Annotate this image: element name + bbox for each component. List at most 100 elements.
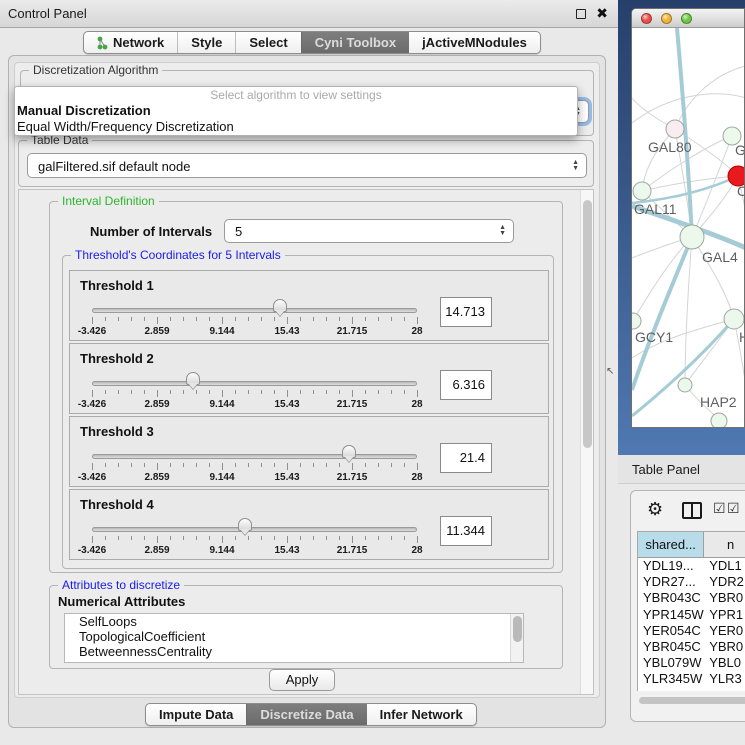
threshold-value-field[interactable]: 21.4 xyxy=(440,443,492,473)
checkbox-icon[interactable]: ☑ xyxy=(713,500,726,517)
tab-network[interactable]: Network xyxy=(84,32,177,53)
table-column-header[interactable]: shared... xyxy=(638,532,704,558)
table-cell: YBL079W xyxy=(638,655,704,671)
network-node[interactable] xyxy=(680,225,704,249)
attributes-group-label: Attributes to discretize xyxy=(58,578,184,592)
slider-track[interactable] xyxy=(92,527,417,532)
table-row[interactable]: YDR27...YDR2 xyxy=(638,574,745,590)
tab-impute-data[interactable]: Impute Data xyxy=(146,704,246,725)
attribute-item[interactable]: TopologicalCoefficient xyxy=(65,629,523,644)
mac-zoom-icon[interactable] xyxy=(681,13,692,24)
combo-stepper-icon: ▲▼ xyxy=(499,225,506,237)
combo-stepper-icon: ▲▼ xyxy=(572,160,579,172)
tab-label: Network xyxy=(113,32,164,53)
slider-handle[interactable] xyxy=(186,372,200,385)
table-cell: YIL052C xyxy=(638,688,704,692)
tab-select[interactable]: Select xyxy=(235,32,300,53)
list-scrollbar[interactable] xyxy=(510,614,523,662)
table-row[interactable]: YBR045CYBR0 xyxy=(638,639,745,655)
mouse-cursor: ↖ xyxy=(606,366,614,377)
network-node-label: H xyxy=(739,329,745,345)
slider-handle[interactable] xyxy=(342,445,356,458)
table-row[interactable]: YBR043CYBR0 xyxy=(638,590,745,606)
network-canvas[interactable]: GAL80GACGAL11GAL4GCY1HHAP2 xyxy=(632,28,745,428)
vertical-scrollbar[interactable] xyxy=(580,190,593,694)
threshold-value-field[interactable]: 14.713 xyxy=(440,297,492,327)
numerical-attributes-list[interactable]: SelfLoopsTopologicalCoefficientBetweenne… xyxy=(64,613,524,663)
threshold-coordinates-label: Threshold's Coordinates for 5 Intervals xyxy=(71,248,285,262)
network-node[interactable] xyxy=(678,378,692,392)
slider-ticks xyxy=(92,536,417,544)
network-node-label: GAL4 xyxy=(702,249,738,265)
table-row[interactable]: YPR145WYPR1 xyxy=(638,607,745,623)
close-icon[interactable]: ✖ xyxy=(596,5,608,22)
network-node-label: GAL80 xyxy=(648,139,692,155)
table-data-value: galFiltered.sif default node xyxy=(38,154,190,179)
table-row[interactable]: YBL079WYBL0 xyxy=(638,655,745,671)
tab-style[interactable]: Style xyxy=(177,32,235,53)
horizontal-scrollbar[interactable] xyxy=(637,697,745,705)
settings-gear-icon[interactable]: ⚙ xyxy=(647,499,663,520)
scrollbar-thumb[interactable] xyxy=(639,697,745,704)
checkbox-icon[interactable]: ☑ xyxy=(727,500,740,517)
table-row[interactable]: YIL052CYIL0 xyxy=(638,688,745,692)
table-row[interactable]: YER054CYER0 xyxy=(638,623,745,639)
slider-tick-labels: -3.4262.8599.14415.4321.71528 xyxy=(92,545,417,557)
table-cell: YBR0 xyxy=(704,590,745,606)
tab-label: Select xyxy=(249,32,287,53)
threshold-label: Threshold 1 xyxy=(80,278,154,293)
bottom-tab-bar: Impute Data Discretize DataInfer Network xyxy=(145,703,477,726)
table-cell: YDL1 xyxy=(704,558,745,574)
table-cell: YPR145W xyxy=(638,607,704,623)
slider-track[interactable] xyxy=(92,308,417,313)
threshold-row: Threshold 3-3.4262.8599.14415.4321.71528… xyxy=(69,416,549,487)
algorithm-popup-list: Select algorithm to view settings Manual… xyxy=(14,86,578,136)
table-cell: YER054C xyxy=(638,623,704,639)
table-header-row: shared...n xyxy=(638,532,745,558)
tab-discretize-data[interactable]: Discretize Data xyxy=(246,704,366,725)
apply-button[interactable]: Apply xyxy=(269,669,335,691)
tab-jactivemnodules[interactable]: jActiveMNodules xyxy=(409,32,540,53)
slider-handle[interactable] xyxy=(238,518,252,531)
number-of-intervals-combobox[interactable]: 5 ▲▼ xyxy=(224,219,514,243)
table-data-combobox[interactable]: galFiltered.sif default node ▲▼ xyxy=(27,153,587,178)
column-layout-icon[interactable] xyxy=(682,502,702,519)
list-scrollbar-thumb[interactable] xyxy=(513,616,522,642)
threshold-value-field[interactable]: 11.344 xyxy=(440,516,492,546)
mac-close-icon[interactable] xyxy=(641,13,652,24)
slider-handle[interactable] xyxy=(273,299,287,312)
attribute-item[interactable]: BetweennessCentrality xyxy=(65,644,523,659)
slider-ticks xyxy=(92,390,417,398)
attribute-item[interactable]: SelfLoops xyxy=(65,614,523,629)
table-column-header[interactable]: n xyxy=(704,532,745,558)
tab-label: Impute Data xyxy=(159,704,233,725)
table-cell: YBR043C xyxy=(638,590,704,606)
mac-minimize-icon[interactable] xyxy=(661,13,672,24)
table-row[interactable]: YDL19...YDL1 xyxy=(638,558,745,574)
network-node[interactable] xyxy=(633,182,651,200)
table-row[interactable]: YLR345WYLR3 xyxy=(638,671,745,687)
network-view-window: GAL80GACGAL11GAL4GCY1HHAP2 xyxy=(631,8,745,428)
app-root: Control Panel ✖ Network Style Select Cyni T… xyxy=(0,0,745,745)
control-panel-titlebar: Control Panel ✖ xyxy=(0,0,618,28)
float-window-icon[interactable] xyxy=(576,9,586,19)
threshold-label: Threshold 3 xyxy=(80,424,154,439)
discretization-algorithm-label: Discretization Algorithm xyxy=(29,63,162,77)
popup-option[interactable]: Equal Width/Frequency Discretization xyxy=(15,119,577,135)
network-node[interactable] xyxy=(666,120,684,138)
scrollbar-thumb[interactable] xyxy=(583,200,592,448)
slider-track[interactable] xyxy=(92,454,417,459)
tab-infer-network[interactable]: Infer Network xyxy=(367,704,476,725)
tab-cyni-toolbox[interactable]: Cyni Toolbox xyxy=(301,32,409,53)
threshold-value-field[interactable]: 6.316 xyxy=(440,370,492,400)
tab-label: Style xyxy=(191,32,222,53)
table-cell: YBR045C xyxy=(638,639,704,655)
network-node[interactable] xyxy=(724,309,744,329)
network-window-titlebar[interactable] xyxy=(632,9,744,28)
network-node[interactable] xyxy=(711,413,727,428)
slider-track[interactable] xyxy=(92,381,417,386)
popup-hint: Select algorithm to view settings xyxy=(15,87,577,103)
network-node[interactable] xyxy=(632,313,641,329)
popup-option[interactable]: Manual Discretization xyxy=(15,103,577,119)
threshold-label: Threshold 2 xyxy=(80,351,154,366)
